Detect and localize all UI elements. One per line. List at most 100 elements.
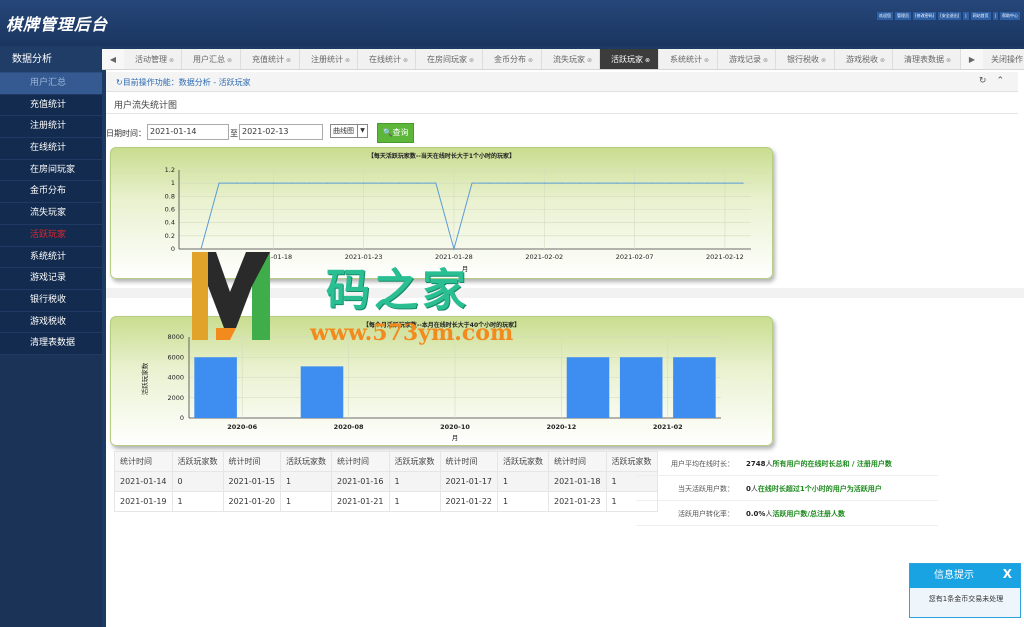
tab[interactable]: 用户汇总 ⊗: [182, 49, 241, 69]
top-link[interactable]: |: [963, 12, 969, 20]
y-tick-label: 8000: [167, 333, 184, 341]
sidebar-item[interactable]: 流失玩家: [0, 203, 102, 225]
end-date-input[interactable]: 2021-02-13: [239, 124, 323, 140]
close-icon[interactable]: ⊗: [345, 57, 350, 64]
table-header-cell: 统计时间: [222, 451, 281, 472]
summary-label: 当天活跃用户数：: [678, 485, 734, 493]
close-icon[interactable]: ⊗: [880, 57, 885, 64]
tab-label: 充值统计: [252, 55, 284, 64]
top-link[interactable]: 管理员: [895, 12, 912, 20]
data-point: [236, 182, 238, 184]
table-header-cell: 统计时间: [548, 451, 607, 472]
tab-label: 流失玩家: [553, 55, 585, 64]
top-link[interactable]: [安全退出]: [938, 12, 962, 20]
sidebar-item[interactable]: 清理表数据: [0, 333, 102, 355]
close-icon[interactable]: ⊗: [403, 57, 408, 64]
tab[interactable]: 在线统计 ⊗: [358, 49, 416, 69]
query-button[interactable]: 🔍查询: [377, 123, 414, 143]
table-header-cell: 活跃玩家数: [280, 451, 332, 472]
close-icon[interactable]: ⊗: [645, 57, 650, 64]
page-subtitle: 用户流失统计图: [114, 101, 178, 111]
tab[interactable]: 注册统计 ⊗: [300, 49, 358, 69]
close-icon[interactable]: ⊗: [946, 57, 951, 64]
data-point: [363, 182, 365, 184]
data-point: [308, 182, 310, 184]
sidebar-list: 用户汇总 充值统计 注册统计 在线统计 在房间玩家 金币分布 流失玩家 活跃玩家 系统统计 游戏记…: [0, 73, 102, 355]
data-point: [561, 182, 563, 184]
sidebar-item[interactable]: 金币分布: [0, 181, 102, 204]
sidebar-item[interactable]: 注册统计: [0, 116, 102, 139]
sidebar-item[interactable]: 在房间玩家: [0, 159, 102, 182]
y-tick-label: 1: [171, 179, 175, 187]
sidebar-item[interactable]: 用户汇总: [0, 73, 102, 95]
chevron-up-icon[interactable]: ⌃: [996, 76, 1004, 86]
chart-type-select[interactable]: 曲线图 ▼: [330, 124, 368, 138]
close-icon[interactable]: ⊗: [469, 57, 474, 64]
close-icon[interactable]: ⊗: [169, 57, 174, 64]
sidebar-item[interactable]: 在线统计: [0, 138, 102, 160]
section-band: [106, 288, 1024, 298]
x-tick-label: 2021-02-07: [616, 253, 654, 261]
sidebar-header[interactable]: 数据分析: [0, 46, 102, 73]
y-tick-label: 4000: [167, 374, 184, 382]
top-link[interactable]: 欢迎您: [877, 12, 894, 20]
sidebar-item[interactable]: 活跃玩家: [0, 224, 102, 247]
table-cell: 2021-01-18: [548, 471, 607, 492]
tab[interactable]: 金币分布 ⊗: [483, 49, 542, 69]
tab-next-button[interactable]: ▶: [961, 49, 983, 69]
close-icon[interactable]: X: [1003, 567, 1012, 581]
close-icon[interactable]: ⊗: [528, 57, 533, 64]
close-icon[interactable]: ⊗: [227, 57, 232, 64]
tab-label: 注册统计: [311, 55, 343, 64]
tab[interactable]: 清理表数据 ⊗: [893, 49, 961, 69]
close-icon[interactable]: ⊗: [587, 57, 592, 64]
notice-message[interactable]: 您有1条金币交易未处理: [910, 594, 1022, 604]
tab-label: 清理表数据: [904, 55, 944, 64]
tab[interactable]: 活动管理 ⊗: [124, 49, 182, 69]
date-label: 日期时间：: [106, 129, 146, 138]
monthly-active-svg: 0 2000 4000 6000 8000 2020-06 2020-08 2020-10 20…: [140, 333, 721, 442]
table-cell: 2021-01-17: [439, 471, 498, 492]
close-icon[interactable]: ⊗: [704, 57, 709, 64]
sidebar-item[interactable]: 充值统计: [0, 94, 102, 117]
close-icon[interactable]: ⊗: [286, 57, 291, 64]
tab[interactable]: 银行税收 ⊗: [776, 49, 835, 69]
start-date-input[interactable]: 2021-01-14: [147, 124, 229, 140]
summary-value: 0.0%人活跃用户数/总注册人数: [746, 509, 845, 519]
data-point: [254, 182, 256, 184]
bar: [300, 366, 344, 418]
data-point: [381, 182, 383, 184]
refresh-icon[interactable]: ↻: [979, 76, 987, 86]
table-cell: 2021-01-20: [222, 491, 281, 512]
tab-label: 用户汇总: [193, 55, 225, 64]
divider: [106, 113, 1018, 114]
x-tick-label: 2020-08: [334, 423, 364, 431]
tab[interactable]: 在房间玩家 ⊗: [416, 49, 483, 69]
close-icon[interactable]: ⊗: [763, 57, 768, 64]
close-all-tabs-button[interactable]: 关闭操作: [983, 49, 1024, 69]
close-icon[interactable]: ⊗: [821, 57, 826, 64]
to-label: 至: [230, 129, 238, 138]
sidebar-item[interactable]: 系统统计: [0, 246, 102, 269]
tab-label: 游戏记录: [729, 55, 761, 64]
sidebar-item[interactable]: 游戏税收: [0, 311, 102, 334]
tab[interactable]: 流失玩家 ⊗: [542, 49, 600, 69]
sidebar-item[interactable]: 银行税收: [0, 289, 102, 312]
data-point: [272, 182, 274, 184]
tab[interactable]: 活跃玩家 ⊗: [600, 49, 659, 69]
tab[interactable]: 游戏税收 ⊗: [835, 49, 893, 69]
sidebar-item[interactable]: 游戏记录: [0, 268, 102, 290]
data-point: [290, 182, 292, 184]
tab[interactable]: 系统统计 ⊗: [659, 49, 718, 69]
tab[interactable]: 游戏记录 ⊗: [718, 49, 776, 69]
tab[interactable]: 充值统计 ⊗: [241, 49, 300, 69]
top-link[interactable]: |: [992, 12, 998, 20]
top-link[interactable]: 帮助中心: [1000, 12, 1020, 20]
data-point: [417, 182, 419, 184]
data-point: [670, 182, 672, 184]
top-link[interactable]: [修改密码]: [913, 12, 937, 20]
top-links: 欢迎您 管理员 [修改密码] [安全退出] | 网站首页 | 帮助中心: [877, 12, 1020, 20]
top-link[interactable]: 网站首页: [970, 12, 991, 20]
tab-prev-button[interactable]: ◀: [102, 49, 124, 69]
table-cell: 1: [388, 491, 441, 512]
